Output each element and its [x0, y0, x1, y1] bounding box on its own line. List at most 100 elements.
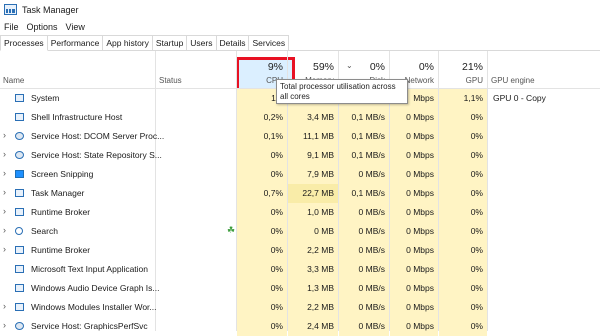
- process-row[interactable]: › Service Host: State Repository S... 0% 9,…: [0, 146, 600, 165]
- disk-cell: 0,1 MB/s: [339, 108, 389, 127]
- expand-chevron-icon[interactable]: ›: [3, 130, 6, 140]
- cpu-cell: 0%: [237, 279, 287, 298]
- memory-cell: 22,7 MB: [288, 184, 338, 203]
- name-column-header[interactable]: Name: [0, 51, 155, 88]
- process-row[interactable]: Windows Audio Device Graph Is... 0% 1,3 MB…: [0, 279, 600, 298]
- process-name: Service Host: State Repository S...: [31, 150, 162, 160]
- cpu-cell: 0%: [237, 241, 287, 260]
- network-cell: 0 Mbps: [390, 108, 438, 127]
- disk-total-percent: 0%: [369, 61, 385, 73]
- gear-icon: [15, 322, 24, 330]
- gpu-engine-cell: [488, 184, 600, 203]
- process-name: Runtime Broker: [31, 207, 91, 217]
- gpu-cell: 0%: [439, 298, 487, 317]
- app-icon: [15, 265, 24, 273]
- window-title: Task Manager: [22, 4, 79, 15]
- gear-icon: [15, 132, 24, 140]
- gpu-cell: 0%: [439, 165, 487, 184]
- gpu-engine-column-header[interactable]: GPU engine: [488, 51, 600, 88]
- gpu-engine-cell: [488, 298, 600, 317]
- process-name: Service Host: GraphicsPerfSvc: [31, 321, 148, 331]
- expand-chevron-icon[interactable]: ›: [3, 168, 6, 178]
- expand-chevron-icon[interactable]: ›: [3, 244, 6, 254]
- memory-cell: 7,9 MB: [288, 165, 338, 184]
- process-name: Microsoft Text Input Application: [31, 264, 149, 274]
- disk-cell: 0 MB/s: [339, 165, 389, 184]
- gpu-column-header[interactable]: 21% GPU: [439, 51, 487, 88]
- tab-processes[interactable]: Processes: [0, 35, 48, 51]
- tab-users[interactable]: Users: [186, 35, 217, 50]
- gear-icon: [15, 151, 24, 159]
- process-row[interactable]: Shell Infrastructure Host 0,2% 3,4 MB 0,1 M…: [0, 108, 600, 127]
- process-row[interactable]: Microsoft Text Input Application 0% 3,3 MB…: [0, 260, 600, 279]
- memory-cell: 11,1 MB: [288, 127, 338, 146]
- gpu-engine-cell: [488, 279, 600, 298]
- process-row[interactable]: › Runtime Broker 0% 2,2 MB 0 MB/s 0 Mbps 0%: [0, 241, 600, 260]
- gpu-cell: 0%: [439, 146, 487, 165]
- memory-cell: 3,3 MB: [288, 260, 338, 279]
- expand-chevron-icon[interactable]: ›: [3, 187, 6, 197]
- tab-startup[interactable]: Startup: [151, 35, 188, 50]
- process-name: Windows Audio Device Graph Is...: [31, 283, 160, 293]
- snipping-icon: [15, 170, 24, 178]
- process-row[interactable]: › Screen Snipping 0% 7,9 MB 0 MB/s 0 Mbps 0%: [0, 165, 600, 184]
- leaf-icon: ☘: [227, 225, 236, 235]
- cpu-cell: 0%: [237, 146, 287, 165]
- cpu-cell: 0%: [237, 298, 287, 317]
- network-cell: 0 Mbps: [390, 184, 438, 203]
- menu-bar: File Options View: [0, 19, 89, 34]
- memory-cell: 9,1 MB: [288, 146, 338, 165]
- process-name: Windows Modules Installer Wor...: [31, 302, 157, 312]
- process-name: Shell Infrastructure Host: [31, 112, 123, 122]
- process-name: System: [31, 93, 60, 103]
- gpu-engine-cell: [488, 108, 600, 127]
- expand-chevron-icon[interactable]: ›: [3, 320, 6, 330]
- network-cell: 0 Mbps: [390, 298, 438, 317]
- menu-view[interactable]: View: [62, 22, 89, 32]
- network-total-percent: 0%: [418, 61, 434, 73]
- network-cell: 0 Mbps: [390, 146, 438, 165]
- expand-chevron-icon[interactable]: ›: [3, 301, 6, 311]
- app-icon: [15, 208, 24, 216]
- disk-cell: 0 MB/s: [339, 279, 389, 298]
- process-row[interactable]: › Search ☘ 0% 0 MB 0 MB/s 0 Mbps 0%: [0, 222, 600, 241]
- process-row[interactable]: › Task Manager 0,7% 22,7 MB 0,1 MB/s 0 Mbps 0%: [0, 184, 600, 203]
- cpu-cell: 0%: [237, 260, 287, 279]
- cpu-cell: 0%: [237, 317, 287, 336]
- gpu-engine-cell: [488, 241, 600, 260]
- tab-details[interactable]: Details: [215, 35, 250, 50]
- sort-chevron-icon: ⌄: [346, 61, 353, 70]
- tab-app-history[interactable]: App history: [102, 35, 153, 50]
- disk-cell: 0,1 MB/s: [339, 127, 389, 146]
- cpu-cell: 0%: [237, 203, 287, 222]
- menu-file[interactable]: File: [0, 22, 23, 32]
- tab-performance[interactable]: Performance: [46, 35, 104, 50]
- expand-chevron-icon[interactable]: ›: [3, 225, 6, 235]
- process-row[interactable]: › Windows Modules Installer Wor... 0% 2,2 M…: [0, 298, 600, 317]
- gpu-cell: 0%: [439, 184, 487, 203]
- gpu-cell: 0%: [439, 108, 487, 127]
- memory-cell: 3,4 MB: [288, 108, 338, 127]
- gpu-engine-header-label: GPU engine: [491, 76, 535, 85]
- process-name: Service Host: DCOM Server Proc...: [31, 131, 165, 141]
- task-manager-icon: [4, 4, 17, 15]
- gpu-engine-cell: [488, 260, 600, 279]
- menu-options[interactable]: Options: [23, 22, 62, 32]
- expand-chevron-icon[interactable]: ›: [3, 206, 6, 216]
- disk-cell: 0 MB/s: [339, 298, 389, 317]
- app-icon: [15, 246, 24, 254]
- network-cell: 0 Mbps: [390, 165, 438, 184]
- memory-cell: 2,4 MB: [288, 317, 338, 336]
- memory-cell: 1,0 MB: [288, 203, 338, 222]
- status-column-header[interactable]: Status: [156, 51, 236, 88]
- tab-services[interactable]: Services: [248, 35, 290, 50]
- process-row[interactable]: › Service Host: GraphicsPerfSvc 0% 2,4 MB 0 …: [0, 317, 600, 336]
- expand-chevron-icon[interactable]: ›: [3, 149, 6, 159]
- gpu-engine-cell: GPU 0 - Copy: [493, 93, 546, 103]
- app-icon: [15, 303, 24, 311]
- process-row[interactable]: › Service Host: DCOM Server Proc... 0,1% 11…: [0, 127, 600, 146]
- network-cell: 0 Mbps: [390, 241, 438, 260]
- process-row[interactable]: › Runtime Broker 0% 1,0 MB 0 MB/s 0 Mbps 0%: [0, 203, 600, 222]
- process-name: Screen Snipping: [31, 169, 94, 179]
- app-icon: [15, 284, 24, 292]
